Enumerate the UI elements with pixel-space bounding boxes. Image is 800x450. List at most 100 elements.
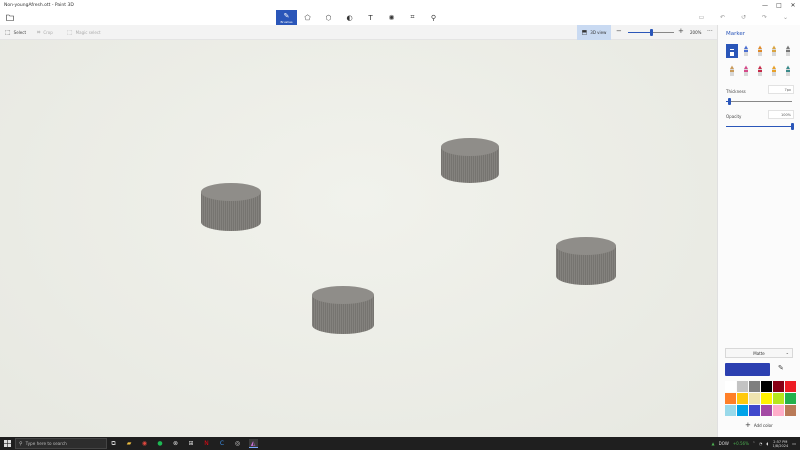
opacity-slider-thumb[interactable] xyxy=(791,123,794,130)
color-swatch[interactable] xyxy=(725,381,736,392)
thickness-slider-thumb[interactable] xyxy=(728,98,731,105)
add-color-button[interactable]: + Add color xyxy=(745,421,773,429)
clock[interactable]: 2:57 PM 1/8/2024 xyxy=(772,440,788,448)
oil-brush-brush-icon[interactable] xyxy=(754,44,766,58)
tab-brushes[interactable]: ✎ Brushes xyxy=(276,10,297,25)
spray-can-brush-icon[interactable] xyxy=(768,64,780,78)
tab-3d-shapes[interactable]: ⬡ xyxy=(318,10,339,25)
color-swatch[interactable] xyxy=(725,393,736,404)
cylinder-object[interactable] xyxy=(441,138,499,183)
fill-brush-icon[interactable] xyxy=(782,64,794,78)
cylinder-object[interactable] xyxy=(556,237,616,285)
add-color-label: Add color xyxy=(753,422,773,428)
opacity-input[interactable]: 100% xyxy=(768,110,794,119)
pixel-pen-brush-icon[interactable] xyxy=(782,44,794,58)
color-swatch[interactable] xyxy=(725,405,736,416)
taskbar-search[interactable]: ⚲ Type here to search xyxy=(15,438,107,449)
crayon-brush-icon[interactable] xyxy=(754,64,766,78)
zoom-out-button[interactable]: − xyxy=(616,27,622,35)
3d-library-icon: ⚲ xyxy=(430,13,437,22)
sub-toolbar: ⬚ Select ⌗ Crop ⬚ Magic select ⬒ 3D view… xyxy=(0,25,717,40)
pencil-brush-icon[interactable] xyxy=(726,64,738,78)
color-swatch[interactable] xyxy=(737,381,748,392)
brush-grid xyxy=(726,44,796,78)
finish-dropdown[interactable]: Matte ⌄ xyxy=(725,348,793,358)
color-swatch[interactable] xyxy=(749,393,760,404)
tab-2d-shapes[interactable]: ⬠ xyxy=(297,10,318,25)
more-options-button[interactable]: ··· xyxy=(707,28,713,35)
eraser-brush-icon[interactable] xyxy=(740,64,752,78)
zoom-in-button[interactable]: + xyxy=(678,27,684,35)
folder-icon[interactable] xyxy=(5,13,15,22)
tab-canvas[interactable]: ⌗ xyxy=(402,10,423,25)
thickness-slider-track[interactable] xyxy=(726,101,792,102)
chevron-up-icon[interactable]: ˄ xyxy=(753,441,755,446)
color-swatch[interactable] xyxy=(773,393,784,404)
color-swatch[interactable] xyxy=(785,381,796,392)
color-swatch[interactable] xyxy=(773,381,784,392)
code-icon[interactable]: C xyxy=(218,439,227,448)
tab-3d-library[interactable]: ⚲ xyxy=(423,10,444,25)
magic-select-button[interactable]: ⬚ Magic select xyxy=(67,25,101,40)
cylinder-object[interactable] xyxy=(201,183,261,231)
redo-icon[interactable]: ↷ xyxy=(754,10,775,25)
color-swatch[interactable] xyxy=(761,405,772,416)
undo-icon[interactable]: ↶ xyxy=(712,10,733,25)
color-swatch[interactable] xyxy=(785,393,796,404)
color-swatch[interactable] xyxy=(773,405,784,416)
paint-3d-icon[interactable]: ◭ xyxy=(248,439,258,448)
color-swatch[interactable] xyxy=(737,405,748,416)
color-swatch[interactable] xyxy=(761,393,772,404)
effects-icon: ✺ xyxy=(388,13,395,22)
current-color-swatch[interactable] xyxy=(725,363,770,376)
canvas-icon: ⌗ xyxy=(410,13,415,21)
window-title: Non-youngAfresh.ott - Paint 3D xyxy=(4,2,74,8)
stock-icon: ▲ xyxy=(711,441,715,446)
file-explorer-icon[interactable]: ▰ xyxy=(125,439,134,448)
notification-icon[interactable]: ▭ xyxy=(792,441,796,446)
tab-effects[interactable]: ✺ xyxy=(381,10,402,25)
calligraphy-pen-brush-icon[interactable] xyxy=(740,44,752,58)
windows-start-icon[interactable] xyxy=(3,439,12,448)
volume-icon[interactable]: ◖ xyxy=(766,441,768,446)
panel-title: Marker xyxy=(726,31,746,37)
opacity-label: Opacity xyxy=(726,114,742,119)
close-button[interactable]: ✕ xyxy=(786,0,800,10)
crop-button[interactable]: ⌗ Crop xyxy=(37,25,53,40)
color-swatch[interactable] xyxy=(737,393,748,404)
tab-text[interactable]: T xyxy=(360,10,381,25)
color-swatch[interactable] xyxy=(761,381,772,392)
select-button[interactable]: ⬚ Select xyxy=(5,25,26,40)
color-swatch[interactable] xyxy=(749,381,760,392)
watercolor-brush-icon[interactable] xyxy=(768,44,780,58)
history-icon[interactable]: ↺ xyxy=(733,10,754,25)
color-swatch[interactable] xyxy=(749,405,760,416)
history-tools: ▭ ↶ ↺ ↷ ⌄ xyxy=(691,10,796,25)
stock-change: +0.56% xyxy=(732,441,749,446)
xbox-icon[interactable]: ⊗ xyxy=(171,439,180,448)
canvas[interactable] xyxy=(0,40,717,437)
network-icon[interactable]: ◔ xyxy=(759,441,763,446)
eyedropper-icon[interactable]: ✎ xyxy=(778,364,784,372)
cylinder-object[interactable] xyxy=(312,286,374,334)
thickness-input[interactable]: 7px xyxy=(768,85,794,94)
maximize-button[interactable]: □ xyxy=(772,0,786,10)
zoom-slider-thumb[interactable] xyxy=(650,29,653,36)
task-view-icon[interactable]: ⧉ xyxy=(109,439,118,448)
marker-brush-icon[interactable] xyxy=(726,44,738,58)
game-bar-icon[interactable]: ⊞ xyxy=(187,439,196,448)
crop-label: Crop xyxy=(43,30,53,35)
crop-icon: ⌗ xyxy=(37,28,41,36)
chrome-icon[interactable]: ◉ xyxy=(140,439,149,448)
tab-stickers[interactable]: ◐ xyxy=(339,10,360,25)
collapse-icon[interactable]: ⌄ xyxy=(775,10,796,25)
netflix-icon[interactable]: N xyxy=(202,439,211,448)
3d-view-toggle[interactable]: ⬒ 3D view xyxy=(577,25,611,40)
obs-icon[interactable]: ◎ xyxy=(233,439,242,448)
magic-select-icon: ⬚ xyxy=(67,29,73,36)
minimize-button[interactable]: — xyxy=(758,0,772,10)
color-swatch[interactable] xyxy=(785,405,796,416)
paste-icon[interactable]: ▭ xyxy=(691,10,712,25)
spotify-icon[interactable]: ● xyxy=(156,439,165,448)
canvas-scene xyxy=(201,138,616,334)
